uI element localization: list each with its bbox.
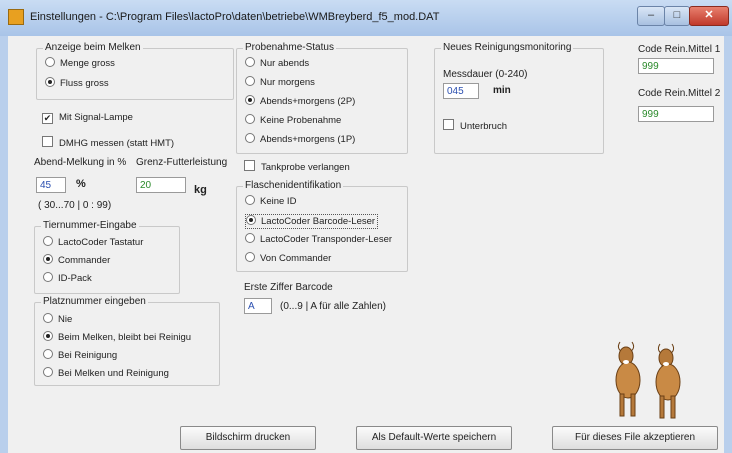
platznummer-option-1[interactable]: Beim Melken, bleibt bei Reinigu — [43, 331, 191, 344]
flaschen-group-label: Flaschenidentifikation — [243, 180, 344, 191]
grenz-label: Grenz-Futterleistung — [136, 157, 228, 168]
app-icon — [8, 9, 24, 25]
platznummer-group: Platznummer eingeben Nie Beim Melken, bl… — [34, 296, 220, 386]
radio-icon — [245, 114, 255, 124]
print-screen-button[interactable]: Bildschirm drucken — [180, 426, 316, 450]
messdauer-input[interactable]: 045 — [443, 83, 479, 99]
radio-selected-icon — [45, 77, 55, 87]
probenahme-option-4[interactable]: Abends+morgens (1P) — [245, 133, 355, 146]
erste-ziffer-hint: (0...9 | A für alle Zahlen) — [280, 301, 386, 312]
flaschen-option-0[interactable]: Keine ID — [245, 195, 296, 208]
dialog-client-area: Anzeige beim Melken Menge gross Fluss gr… — [8, 36, 724, 453]
window-frame-left — [0, 36, 8, 453]
grenz-unit: kg — [194, 184, 207, 196]
anzeige-option-0[interactable]: Menge gross — [45, 57, 115, 70]
radio-icon — [43, 236, 53, 246]
messdauer-label: Messdauer (0-240) — [443, 69, 528, 80]
code1-input[interactable]: 999 — [638, 58, 714, 74]
minimize-button[interactable]: – — [637, 6, 665, 26]
radio-icon — [245, 233, 255, 243]
tiernummer-option-0[interactable]: LactoCoder Tastatur — [43, 236, 143, 249]
radio-selected-icon — [43, 331, 53, 341]
code2-label: Code Rein.Mittel 2 — [638, 88, 721, 99]
code1-label: Code Rein.Mittel 1 — [638, 44, 721, 55]
checkbox-icon — [42, 136, 53, 147]
save-default-button[interactable]: Als Default-Werte speichern — [356, 426, 512, 450]
abend-unit: % — [76, 178, 86, 190]
dmhg-checkbox[interactable]: DMHG messen (statt HMT) — [42, 136, 174, 150]
abend-range: ( 30...70 | 0 : 99) — [38, 200, 112, 211]
probenahme-option-1[interactable]: Nur morgens — [245, 76, 315, 89]
tiernummer-group-label: Tiernummer-Eingabe — [41, 220, 139, 231]
radio-icon — [43, 367, 53, 377]
check-icon: ✔ — [42, 113, 53, 124]
platznummer-option-3[interactable]: Bei Melken und Reinigung — [43, 367, 169, 380]
tiernummer-group: Tiernummer-Eingabe LactoCoder Tastatur C… — [34, 220, 180, 294]
code2-input[interactable]: 999 — [638, 106, 714, 122]
radio-selected-icon — [43, 254, 53, 264]
checkbox-icon — [443, 119, 454, 130]
flaschen-group: Flaschenidentifikation Keine ID LactoCod… — [236, 180, 408, 272]
probenahme-option-2[interactable]: Abends+morgens (2P) — [245, 95, 355, 108]
checkbox-icon — [244, 160, 255, 171]
flaschen-option-2[interactable]: LactoCoder Transponder-Leser — [245, 233, 392, 246]
platznummer-option-0[interactable]: Nie — [43, 313, 72, 326]
radio-icon — [245, 133, 255, 143]
messdauer-unit: min — [493, 85, 511, 96]
tiernummer-option-2[interactable]: ID-Pack — [43, 272, 92, 285]
radio-icon — [245, 76, 255, 86]
goats-logo-icon — [615, 341, 681, 419]
window-frame-right — [724, 36, 732, 453]
radio-icon — [43, 272, 53, 282]
anzeige-group: Anzeige beim Melken Menge gross Fluss gr… — [36, 42, 234, 100]
platznummer-option-2[interactable]: Bei Reinigung — [43, 349, 117, 362]
signal-lampe-checkbox[interactable]: ✔ Mit Signal-Lampe — [42, 112, 133, 124]
probenahme-group: Probenahme-Status Nur abends Nur morgens… — [236, 42, 408, 154]
radio-icon — [245, 57, 255, 67]
tankprobe-checkbox[interactable]: Tankprobe verlangen — [244, 160, 350, 174]
erste-ziffer-input[interactable]: A — [244, 298, 272, 314]
radio-selected-icon — [246, 215, 256, 225]
flaschen-option-1[interactable]: LactoCoder Barcode-Leser — [245, 214, 379, 229]
probenahme-option-3[interactable]: Keine Probenahme — [245, 114, 341, 127]
radio-icon — [245, 252, 255, 262]
reinigung-group: Neues Reinigungsmonitoring Messdauer (0-… — [434, 42, 604, 154]
anzeige-group-label: Anzeige beim Melken — [43, 42, 143, 53]
probenahme-option-0[interactable]: Nur abends — [245, 57, 309, 70]
accept-button[interactable]: Für dieses File akzeptieren — [552, 426, 718, 450]
probenahme-group-label: Probenahme-Status — [243, 42, 336, 53]
anzeige-option-1[interactable]: Fluss gross — [45, 77, 109, 90]
platznummer-group-label: Platznummer eingeben — [41, 296, 148, 307]
abend-label: Abend-Melkung in % — [34, 157, 127, 168]
radio-icon — [43, 313, 53, 323]
grenz-input[interactable]: 20 — [136, 177, 186, 193]
radio-icon — [43, 349, 53, 359]
title-bar: Einstellungen - C:\Program Files\lactoPr… — [0, 0, 732, 37]
erste-ziffer-label: Erste Ziffer Barcode — [244, 282, 333, 293]
close-button[interactable]: ✕ — [689, 6, 729, 26]
abend-input[interactable]: 45 — [36, 177, 66, 193]
window-title: Einstellungen - C:\Program Files\lactoPr… — [30, 11, 440, 23]
flaschen-option-3[interactable]: Von Commander — [245, 252, 331, 265]
reinigung-group-label: Neues Reinigungsmonitoring — [441, 42, 574, 53]
tiernummer-option-1[interactable]: Commander — [43, 254, 110, 267]
unterbruch-checkbox[interactable]: Unterbruch — [443, 119, 507, 133]
radio-selected-icon — [245, 95, 255, 105]
radio-icon — [45, 57, 55, 67]
maximize-button[interactable]: □ — [664, 6, 690, 26]
radio-icon — [245, 195, 255, 205]
